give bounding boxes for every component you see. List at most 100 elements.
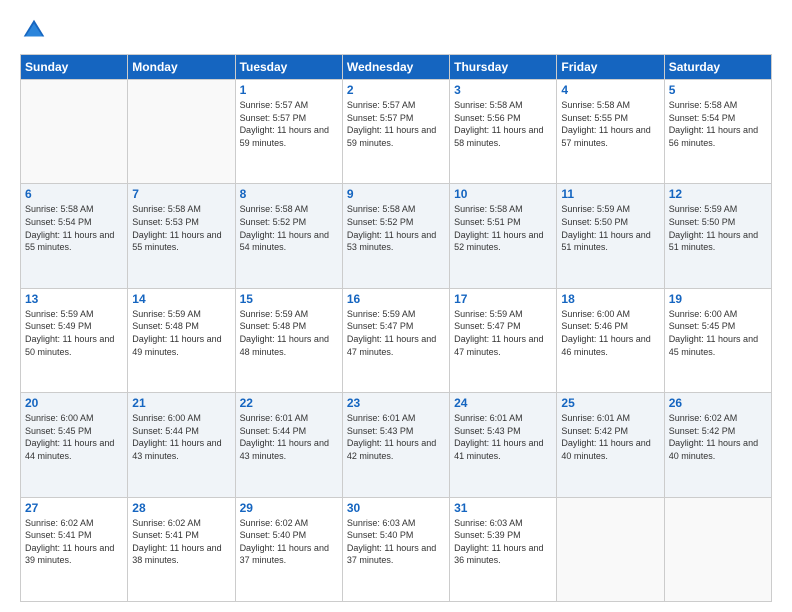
day-number: 9 (347, 187, 445, 201)
calendar-cell: 17 Sunrise: 5:59 AMSunset: 5:47 PMDayligh… (450, 288, 557, 392)
calendar-cell: 3 Sunrise: 5:58 AMSunset: 5:56 PMDaylight… (450, 80, 557, 184)
day-number: 19 (669, 292, 767, 306)
day-number: 23 (347, 396, 445, 410)
calendar-cell: 16Sunrise: 5:59 AMSunset: 5:47 PMDayligh… (342, 288, 449, 392)
cell-info: Sunrise: 6:01 AMSunset: 5:43 PMDaylight:… (454, 412, 552, 462)
calendar-week-row: 27 Sunrise: 6:02 AMSunset: 5:41 PMDayligh… (21, 497, 772, 601)
day-of-week-header: Wednesday (342, 55, 449, 80)
cell-info: Sunrise: 5:57 AMSunset: 5:57 PMDaylight:… (347, 99, 445, 149)
cell-info: Sunrise: 6:00 AMSunset: 5:44 PMDaylight:… (132, 412, 230, 462)
cell-info: Sunrise: 6:00 AMSunset: 5:46 PMDaylight:… (561, 308, 659, 358)
day-of-week-header: Tuesday (235, 55, 342, 80)
cell-info: Sunrise: 6:03 AMSunset: 5:40 PMDaylight:… (347, 517, 445, 567)
logo-icon (20, 16, 48, 44)
cell-info: Sunrise: 5:58 AMSunset: 5:52 PMDaylight:… (240, 203, 338, 253)
calendar-cell: 1 Sunrise: 5:57 AMSunset: 5:57 PMDaylight… (235, 80, 342, 184)
day-number: 6 (25, 187, 123, 201)
cell-info: Sunrise: 6:02 AMSunset: 5:41 PMDaylight:… (25, 517, 123, 567)
cell-info: Sunrise: 5:59 AMSunset: 5:48 PMDaylight:… (240, 308, 338, 358)
calendar-cell: 31 Sunrise: 6:03 AMSunset: 5:39 PMDayligh… (450, 497, 557, 601)
header (20, 16, 772, 44)
cell-info: Sunrise: 6:01 AMSunset: 5:43 PMDaylight:… (347, 412, 445, 462)
cell-info: Sunrise: 6:01 AMSunset: 5:42 PMDaylight:… (561, 412, 659, 462)
cell-info: Sunrise: 5:59 AMSunset: 5:50 PMDaylight:… (669, 203, 767, 253)
calendar-cell: 30Sunrise: 6:03 AMSunset: 5:40 PMDayligh… (342, 497, 449, 601)
cell-info: Sunrise: 6:02 AMSunset: 5:41 PMDaylight:… (132, 517, 230, 567)
day-number: 7 (132, 187, 230, 201)
day-number: 4 (561, 83, 659, 97)
calendar-cell: 22 Sunrise: 6:01 AMSunset: 5:44 PMDayligh… (235, 393, 342, 497)
cell-info: Sunrise: 6:03 AMSunset: 5:39 PMDaylight:… (454, 517, 552, 567)
day-of-week-header: Thursday (450, 55, 557, 80)
day-number: 10 (454, 187, 552, 201)
cell-info: Sunrise: 6:02 AMSunset: 5:42 PMDaylight:… (669, 412, 767, 462)
cell-info: Sunrise: 5:58 AMSunset: 5:51 PMDaylight:… (454, 203, 552, 253)
day-number: 18 (561, 292, 659, 306)
calendar-cell: 2Sunrise: 5:57 AMSunset: 5:57 PMDaylight… (342, 80, 449, 184)
calendar-cell: 26 Sunrise: 6:02 AMSunset: 5:42 PMDayligh… (664, 393, 771, 497)
calendar-cell: 25Sunrise: 6:01 AMSunset: 5:42 PMDayligh… (557, 393, 664, 497)
calendar-week-row: 13Sunrise: 5:59 AMSunset: 5:49 PMDayligh… (21, 288, 772, 392)
calendar-cell: 9Sunrise: 5:58 AMSunset: 5:52 PMDaylight… (342, 184, 449, 288)
cell-info: Sunrise: 6:00 AMSunset: 5:45 PMDaylight:… (669, 308, 767, 358)
day-number: 22 (240, 396, 338, 410)
cell-info: Sunrise: 6:01 AMSunset: 5:44 PMDaylight:… (240, 412, 338, 462)
day-number: 5 (669, 83, 767, 97)
cell-info: Sunrise: 5:58 AMSunset: 5:54 PMDaylight:… (669, 99, 767, 149)
day-number: 14 (132, 292, 230, 306)
calendar-cell: 10 Sunrise: 5:58 AMSunset: 5:51 PMDayligh… (450, 184, 557, 288)
day-number: 3 (454, 83, 552, 97)
calendar-table: SundayMondayTuesdayWednesdayThursdayFrid… (20, 54, 772, 602)
day-number: 24 (454, 396, 552, 410)
calendar-cell: 8 Sunrise: 5:58 AMSunset: 5:52 PMDaylight… (235, 184, 342, 288)
calendar-cell: 4Sunrise: 5:58 AMSunset: 5:55 PMDaylight… (557, 80, 664, 184)
calendar-week-row: 6 Sunrise: 5:58 AMSunset: 5:54 PMDaylight… (21, 184, 772, 288)
cell-info: Sunrise: 5:59 AMSunset: 5:49 PMDaylight:… (25, 308, 123, 358)
calendar-cell (557, 497, 664, 601)
cell-info: Sunrise: 5:59 AMSunset: 5:48 PMDaylight:… (132, 308, 230, 358)
day-number: 27 (25, 501, 123, 515)
cell-info: Sunrise: 5:59 AMSunset: 5:47 PMDaylight:… (454, 308, 552, 358)
day-number: 31 (454, 501, 552, 515)
calendar-cell: 12Sunrise: 5:59 AMSunset: 5:50 PMDayligh… (664, 184, 771, 288)
day-of-week-header: Monday (128, 55, 235, 80)
calendar-week-row: 1 Sunrise: 5:57 AMSunset: 5:57 PMDaylight… (21, 80, 772, 184)
calendar-cell (21, 80, 128, 184)
day-of-week-header: Sunday (21, 55, 128, 80)
cell-info: Sunrise: 5:58 AMSunset: 5:54 PMDaylight:… (25, 203, 123, 253)
cell-info: Sunrise: 6:02 AMSunset: 5:40 PMDaylight:… (240, 517, 338, 567)
day-of-week-header: Saturday (664, 55, 771, 80)
calendar-cell: 24 Sunrise: 6:01 AMSunset: 5:43 PMDayligh… (450, 393, 557, 497)
day-number: 11 (561, 187, 659, 201)
calendar-week-row: 20 Sunrise: 6:00 AMSunset: 5:45 PMDayligh… (21, 393, 772, 497)
calendar-cell: 13Sunrise: 5:59 AMSunset: 5:49 PMDayligh… (21, 288, 128, 392)
calendar-cell: 6 Sunrise: 5:58 AMSunset: 5:54 PMDaylight… (21, 184, 128, 288)
calendar-cell: 14 Sunrise: 5:59 AMSunset: 5:48 PMDayligh… (128, 288, 235, 392)
calendar-cell: 19 Sunrise: 6:00 AMSunset: 5:45 PMDayligh… (664, 288, 771, 392)
day-number: 26 (669, 396, 767, 410)
calendar-cell: 28 Sunrise: 6:02 AMSunset: 5:41 PMDayligh… (128, 497, 235, 601)
calendar-cell: 27 Sunrise: 6:02 AMSunset: 5:41 PMDayligh… (21, 497, 128, 601)
logo (20, 16, 52, 44)
cell-info: Sunrise: 5:58 AMSunset: 5:56 PMDaylight:… (454, 99, 552, 149)
day-number: 17 (454, 292, 552, 306)
calendar-cell (128, 80, 235, 184)
cell-info: Sunrise: 5:57 AMSunset: 5:57 PMDaylight:… (240, 99, 338, 149)
day-number: 29 (240, 501, 338, 515)
calendar-cell: 7 Sunrise: 5:58 AMSunset: 5:53 PMDaylight… (128, 184, 235, 288)
day-number: 20 (25, 396, 123, 410)
cell-info: Sunrise: 5:58 AMSunset: 5:53 PMDaylight:… (132, 203, 230, 253)
calendar-cell: 15Sunrise: 5:59 AMSunset: 5:48 PMDayligh… (235, 288, 342, 392)
calendar-cell: 11Sunrise: 5:59 AMSunset: 5:50 PMDayligh… (557, 184, 664, 288)
day-number: 28 (132, 501, 230, 515)
cell-info: Sunrise: 5:59 AMSunset: 5:47 PMDaylight:… (347, 308, 445, 358)
calendar-cell: 29 Sunrise: 6:02 AMSunset: 5:40 PMDayligh… (235, 497, 342, 601)
day-number: 1 (240, 83, 338, 97)
calendar-cell: 5 Sunrise: 5:58 AMSunset: 5:54 PMDaylight… (664, 80, 771, 184)
day-of-week-header: Friday (557, 55, 664, 80)
calendar-header-row: SundayMondayTuesdayWednesdayThursdayFrid… (21, 55, 772, 80)
cell-info: Sunrise: 6:00 AMSunset: 5:45 PMDaylight:… (25, 412, 123, 462)
page: SundayMondayTuesdayWednesdayThursdayFrid… (0, 0, 792, 612)
day-number: 8 (240, 187, 338, 201)
calendar-cell: 20 Sunrise: 6:00 AMSunset: 5:45 PMDayligh… (21, 393, 128, 497)
